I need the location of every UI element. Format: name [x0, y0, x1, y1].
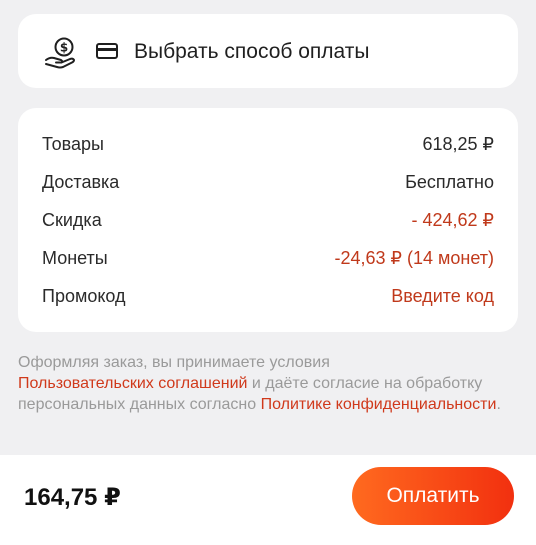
- legal-notice: Оформляя заказ, вы принимаете условия По…: [18, 352, 518, 415]
- credit-card-icon: [96, 43, 118, 59]
- delivery-value: Бесплатно: [405, 171, 494, 192]
- coins-label: Монеты: [42, 247, 108, 268]
- legal-text-3: .: [496, 396, 501, 413]
- goods-label: Товары: [42, 133, 104, 154]
- summary-row-promo: Промокод Введите код: [42, 284, 494, 308]
- summary-row-goods: Товары 618,25 ₽: [42, 132, 494, 156]
- pay-button[interactable]: Оплатить: [352, 467, 514, 525]
- promo-label: Промокод: [42, 285, 126, 306]
- svg-text:$: $: [60, 41, 68, 55]
- payment-method-card[interactable]: $ Выбрать способ оплаты: [18, 14, 518, 88]
- goods-value: 618,25 ₽: [422, 133, 494, 154]
- summary-row-discount: Скидка - 424,62 ₽: [42, 208, 494, 232]
- discount-value: - 424,62 ₽: [411, 209, 494, 230]
- coin-hand-icon: $: [45, 37, 75, 69]
- promo-code-link[interactable]: Введите код: [391, 286, 494, 307]
- order-total: 164,75 ₽: [24, 484, 121, 511]
- summary-row-delivery: Доставка Бесплатно: [42, 170, 494, 194]
- coins-value: -24,63 ₽ (14 монет): [334, 247, 495, 268]
- legal-text-1: Оформляя заказ, вы принимаете условия: [18, 354, 330, 371]
- checkout-bottom-bar: 164,75 ₽ Оплатить: [0, 455, 536, 545]
- summary-row-coins: Монеты -24,63 ₽ (14 монет): [42, 246, 494, 270]
- delivery-label: Доставка: [42, 171, 120, 192]
- select-payment-method-label: Выбрать способ оплаты: [134, 40, 370, 63]
- privacy-policy-link[interactable]: Политике конфиденциальности: [261, 396, 497, 413]
- discount-label: Скидка: [42, 209, 102, 230]
- terms-link[interactable]: Пользовательских соглашений: [18, 375, 247, 392]
- order-summary-card: Товары 618,25 ₽ Доставка Бесплатно Скидк…: [18, 108, 518, 332]
